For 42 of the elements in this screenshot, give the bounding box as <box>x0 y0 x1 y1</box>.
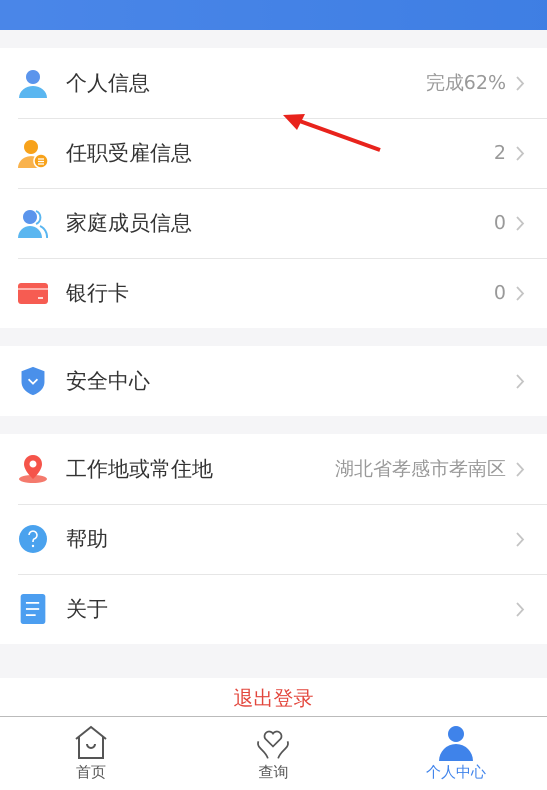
menu-label: 安全中心 <box>66 368 151 395</box>
logout-label: 退出登录 <box>234 685 314 712</box>
chevron-icon <box>516 286 525 300</box>
person-badge-icon <box>18 138 48 168</box>
chevron-icon <box>516 216 525 230</box>
menu-item[interactable]: 任职受雇信息 2 <box>0 118 547 188</box>
menu-item[interactable]: 安全中心 <box>0 346 547 416</box>
menu-item[interactable]: 帮助 <box>0 504 547 574</box>
menu-label: 工作地或常住地 <box>66 456 214 483</box>
people-icon <box>18 208 48 238</box>
menu-item[interactable]: 个人信息 完成62% <box>0 48 547 118</box>
menu-label: 帮助 <box>66 526 109 553</box>
menu-item[interactable]: 工作地或常住地 湖北省孝感市孝南区 <box>0 434 547 504</box>
menu-value: 2 <box>494 142 506 164</box>
tab[interactable]: 查询 <box>182 717 365 790</box>
menu-label: 家庭成员信息 <box>66 210 193 237</box>
chevron-icon <box>516 602 525 616</box>
chevron-icon <box>516 374 525 388</box>
menu-label: 任职受雇信息 <box>66 140 193 167</box>
tab[interactable]: 首页 <box>0 717 182 790</box>
tab[interactable]: 个人中心 <box>364 717 547 790</box>
menu-item[interactable]: 银行卡 0 <box>0 258 547 328</box>
menu-label: 银行卡 <box>66 280 130 307</box>
menu-value: 湖北省孝感市孝南区 <box>335 457 506 482</box>
menu-value: 0 <box>494 212 506 234</box>
menu-value: 0 <box>494 282 506 304</box>
person-icon <box>438 725 474 761</box>
document-icon <box>18 594 48 624</box>
logout-button[interactable]: 退出登录 <box>0 678 547 716</box>
person-icon <box>18 68 48 98</box>
home-icon <box>73 725 110 761</box>
menu-value: 完成62% <box>426 71 506 96</box>
chevron-icon <box>516 76 525 90</box>
chevron-icon <box>516 462 525 476</box>
chevron-icon <box>516 532 525 546</box>
help-icon <box>18 524 48 554</box>
menu-label: 个人信息 <box>66 70 151 97</box>
menu-item[interactable]: 家庭成员信息 0 <box>0 188 547 258</box>
menu-item[interactable]: 关于 <box>0 574 547 644</box>
location-pin-icon <box>18 454 48 484</box>
menu-label: 关于 <box>66 596 109 623</box>
chevron-icon <box>516 146 525 160</box>
